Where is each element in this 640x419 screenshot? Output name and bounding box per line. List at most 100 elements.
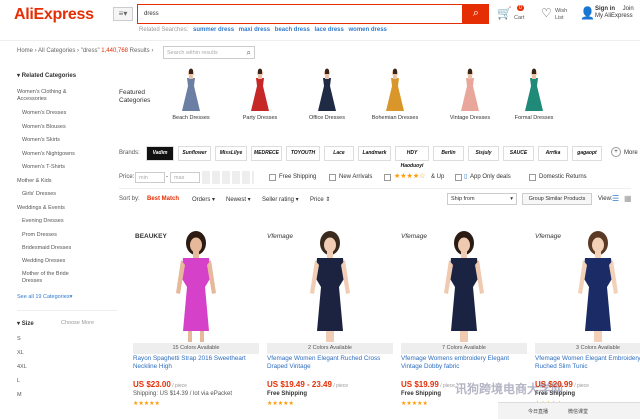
- featured-category-label: Beach Dresses: [172, 115, 210, 121]
- wish-list-link[interactable]: Wish List: [555, 8, 567, 22]
- brand-logo[interactable]: Vadim: [146, 146, 174, 161]
- sidebar-item[interactable]: Mother & Kids: [17, 178, 52, 185]
- price-min-input[interactable]: min: [135, 172, 165, 183]
- sidebar-item[interactable]: Wedding Dresses: [22, 258, 65, 265]
- size-option[interactable]: L: [17, 378, 20, 384]
- brand-logo[interactable]: Arrtka: [538, 146, 568, 161]
- group-similar-button[interactable]: Group Similar Products: [522, 193, 592, 205]
- sidebar-item[interactable]: Prom Dresses: [22, 232, 57, 239]
- sidebar-item[interactable]: Women's Skirts: [22, 137, 60, 144]
- price-unit: / piece: [170, 383, 187, 389]
- breadcrumb: Home › All Categories › "dress" 1,440,76…: [17, 48, 153, 54]
- sidebar-item[interactable]: Weddings & Events: [17, 205, 65, 212]
- breadcrumb-path[interactable]: Home › All Categories › "dress": [17, 48, 100, 54]
- product-image[interactable]: [133, 225, 259, 343]
- watermark-text: 讯狗跨境电商大学网: [455, 382, 564, 396]
- size-option[interactable]: S: [17, 336, 21, 342]
- size-option[interactable]: 4XL: [17, 364, 27, 370]
- shipping-info: Shipping: US $14.39 / lot via ePacket: [133, 391, 233, 397]
- related-link[interactable]: women dress: [349, 27, 387, 33]
- brand-logo[interactable]: MissLilye: [215, 146, 247, 161]
- size-option[interactable]: XL: [17, 350, 24, 356]
- search-within-input[interactable]: Search within results ⌕: [163, 46, 255, 59]
- featured-category[interactable]: Beach Dresses: [160, 68, 222, 121]
- new-arrivals-checkbox[interactable]: [329, 174, 336, 181]
- sidebar-item[interactable]: Mother of the Bride Dresses: [22, 271, 82, 285]
- brand-logo[interactable]: Landmark: [358, 146, 391, 161]
- brand-logo[interactable]: HDY Haoduoyi: [395, 146, 429, 169]
- model-photo: [310, 231, 350, 342]
- choose-more-link[interactable]: Choose More: [61, 320, 94, 326]
- brand-logo[interactable]: Lace: [324, 146, 354, 161]
- sidebar-item[interactable]: Women's Blouses: [22, 124, 66, 131]
- free-shipping-checkbox[interactable]: [269, 174, 276, 181]
- search-button[interactable]: ⌕: [463, 4, 489, 24]
- product-card[interactable]: BEAUKEY 15 Colors Available Rayon Spaghett…: [133, 225, 259, 419]
- class-tab[interactable]: 微信课堂: [568, 408, 588, 415]
- mobile-icon: ▯: [464, 174, 468, 180]
- sort-price[interactable]: Price ⇕: [310, 196, 330, 203]
- aliexpress-logo[interactable]: AliExpress: [14, 6, 94, 24]
- grid-view-icon[interactable]: ▦: [624, 194, 632, 203]
- related-link[interactable]: lace dress: [314, 27, 343, 33]
- price-value: US $23.00: [133, 380, 171, 389]
- featured-category[interactable]: Vintage Dresses: [439, 68, 501, 121]
- search-input[interactable]: dress: [137, 4, 463, 24]
- sidebar-item[interactable]: Women's Nightgowns: [22, 151, 75, 158]
- user-icon[interactable]: 👤: [580, 6, 595, 20]
- brand-logo[interactable]: SAUCE: [503, 146, 534, 161]
- categories-menu-button[interactable]: ≡▾: [113, 7, 133, 21]
- live-tab[interactable]: 今日直播: [528, 408, 548, 415]
- sidebar-item[interactable]: Evening Dresses: [22, 218, 64, 225]
- featured-category[interactable]: Bohemian Dresses: [364, 68, 426, 121]
- product-card[interactable]: Vfemage 2 Colors Available Vfemage Women E…: [267, 225, 393, 419]
- featured-category[interactable]: Office Dresses: [296, 68, 358, 121]
- search-icon[interactable]: ⌕: [247, 48, 251, 58]
- featured-category[interactable]: Party Dresses: [229, 68, 291, 121]
- sort-orders[interactable]: Orders ▾: [192, 196, 215, 203]
- product-image[interactable]: [267, 225, 393, 343]
- size-option[interactable]: M: [17, 392, 22, 398]
- product-title[interactable]: Rayon Spaghetti Strap 2016 Sweetheart Ne…: [133, 355, 259, 371]
- brand-logo[interactable]: Sunflower: [178, 146, 211, 161]
- and-up-label: & Up: [431, 174, 445, 180]
- brand-logo[interactable]: Sisjuly: [468, 146, 499, 161]
- sidebar-item[interactable]: Women's Dresses: [22, 110, 66, 117]
- brand-logo[interactable]: Berlin: [433, 146, 464, 161]
- more-brands-icon[interactable]: +: [611, 147, 621, 157]
- related-link[interactable]: maxi dress: [239, 27, 270, 33]
- product-image[interactable]: [401, 225, 527, 343]
- domestic-returns-checkbox[interactable]: [529, 174, 536, 181]
- more-brands-link[interactable]: More: [624, 150, 638, 156]
- product-title[interactable]: Vfemage Womens embroidery Elegant Vintag…: [401, 355, 527, 371]
- product-image[interactable]: [535, 225, 640, 343]
- sort-seller-rating[interactable]: Seller rating ▾: [262, 196, 299, 203]
- heart-icon[interactable]: ♡: [541, 6, 552, 20]
- product-title[interactable]: Vfemage Women Elegant Ruched Cross Drape…: [267, 355, 393, 371]
- sidebar-item[interactable]: Women's Clothing & Accessories: [17, 89, 77, 103]
- sort-newest[interactable]: Newest ▾: [226, 196, 251, 203]
- product-title[interactable]: Vfemage Women Elegant Embroidery Ruched …: [535, 355, 640, 371]
- dress-model-icon: [525, 68, 543, 111]
- related-link[interactable]: summer dress: [193, 27, 234, 33]
- rating-checkbox[interactable]: [384, 174, 391, 181]
- sidebar-item[interactable]: Bridesmaid Dresses: [22, 245, 71, 252]
- product-price: US $19.99 / piece: [401, 380, 455, 389]
- sidebar-item[interactable]: Girls' Dresses: [22, 191, 56, 198]
- brand-logo[interactable]: MEDRECE: [251, 146, 282, 161]
- signin-link[interactable]: Sign in Join My AliExpress: [595, 6, 634, 20]
- cart-icon[interactable]: 🛒: [497, 6, 512, 20]
- price-unit: / piece: [572, 383, 589, 389]
- see-all-categories-link[interactable]: See all 19 Categories▾: [17, 294, 72, 301]
- app-only-checkbox[interactable]: [455, 174, 462, 181]
- sidebar-item[interactable]: Women's T-Shirts: [22, 164, 65, 171]
- featured-category[interactable]: Formal Dresses: [503, 68, 565, 121]
- sort-best-match[interactable]: Best Match: [147, 196, 179, 202]
- ship-from-select[interactable]: Ship from ▾: [447, 193, 517, 205]
- brand-logo[interactable]: TOYOUTH: [286, 146, 320, 161]
- related-link[interactable]: beach dress: [275, 27, 310, 33]
- brand-logo[interactable]: gagaopt: [572, 146, 602, 161]
- cart-label[interactable]: Cart: [514, 15, 524, 21]
- list-view-icon[interactable]: ☰: [612, 194, 619, 203]
- price-max-input[interactable]: max: [170, 172, 200, 183]
